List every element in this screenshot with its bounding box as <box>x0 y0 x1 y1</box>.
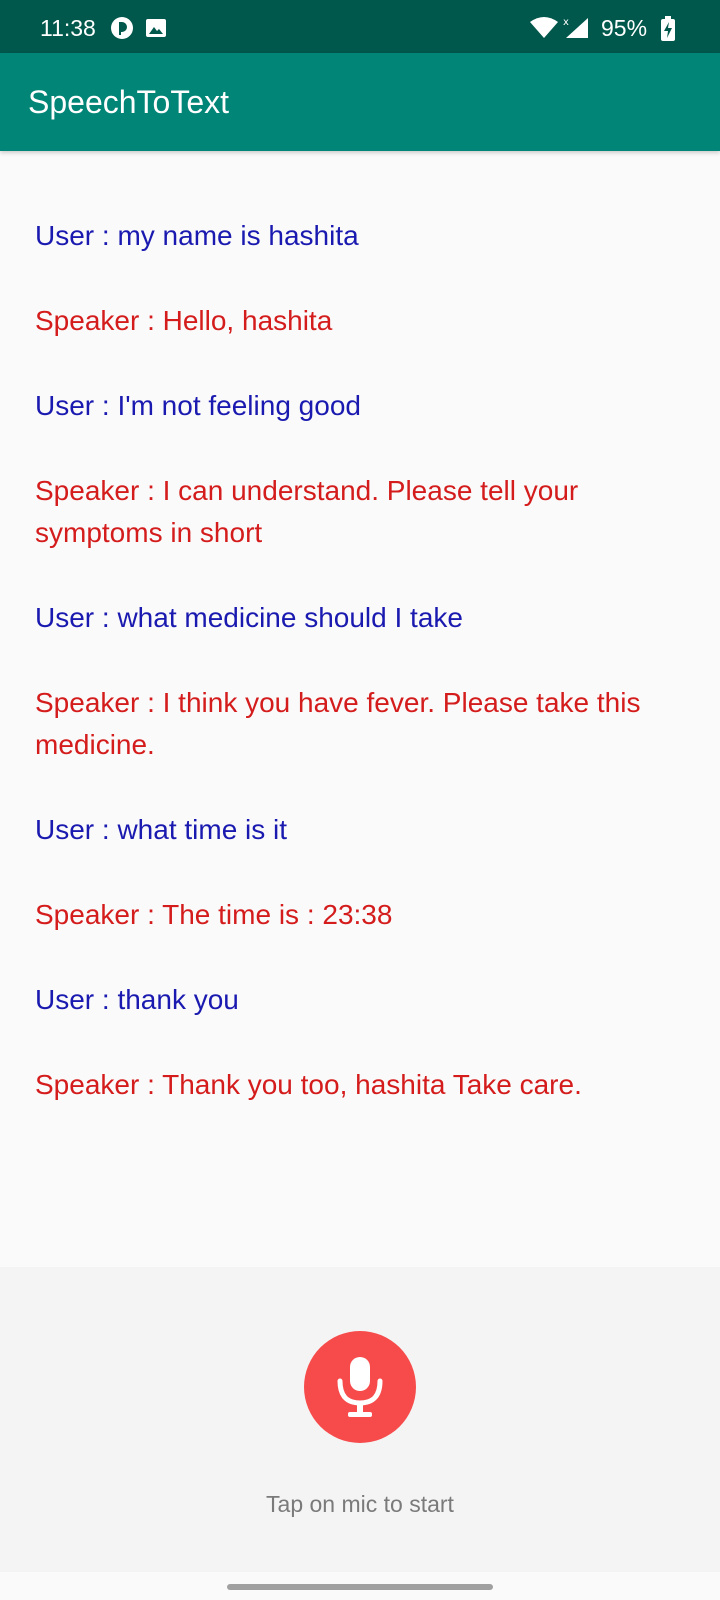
user-message: User : what time is it <box>35 814 288 845</box>
speaker-message: Speaker : I can understand. Please tell … <box>35 475 579 548</box>
speaker-message: Speaker : Thank you too, hashita Take ca… <box>35 1069 582 1100</box>
speaker-message: Speaker : The time is : 23:38 <box>35 899 393 930</box>
mic-hint: Tap on mic to start <box>266 1491 454 1517</box>
controls-panel: Tap on mic to start <box>0 1267 720 1572</box>
gesture-navigation-bar[interactable] <box>227 1584 493 1590</box>
wifi-icon <box>529 16 559 40</box>
image-icon <box>144 16 168 40</box>
user-message: User : my name is hashita <box>35 220 359 251</box>
app-title: SpeechToText <box>28 84 230 120</box>
microphone-icon <box>337 1357 383 1417</box>
status-time: 11:38 <box>40 15 96 41</box>
status-bar: 11:38 x 95% <box>0 0 720 53</box>
user-message: User : thank you <box>35 984 239 1015</box>
user-message: User : I'm not feeling good <box>35 390 361 421</box>
circle-app-icon <box>110 16 134 40</box>
conversation-log: User : my name is hashita Speaker : Hell… <box>35 215 695 1149</box>
user-message: User : what medicine should I take <box>35 602 463 633</box>
signal-icon: x <box>562 16 590 40</box>
speaker-message: Speaker : Hello, hashita <box>35 305 333 336</box>
svg-text:x: x <box>563 17 569 28</box>
app-bar: SpeechToText <box>0 53 720 151</box>
speaker-message: Speaker : I think you have fever. Please… <box>35 687 641 760</box>
battery-percentage: 95% <box>601 15 648 41</box>
mic-button[interactable] <box>304 1331 416 1443</box>
battery-charging-icon <box>660 16 676 41</box>
